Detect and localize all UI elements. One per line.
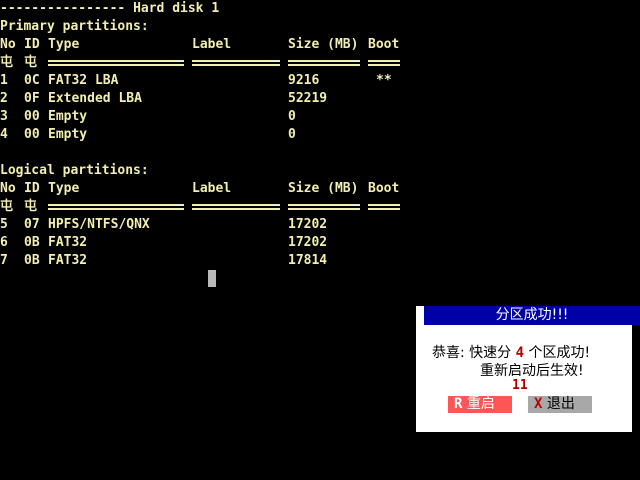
message-suffix: 个区成功! <box>528 345 591 361</box>
size-rule <box>288 60 360 66</box>
row-size: 52219 <box>288 91 328 106</box>
boot-rule <box>368 60 400 66</box>
row-id: 0B <box>24 253 40 268</box>
row-type: Empty <box>48 127 88 142</box>
success-dialog: 分区成功!!! 恭喜: 快速分 4 个区成功! 重新启动后生效! 11 R 重启… <box>416 306 640 432</box>
row-no: 5 <box>0 217 8 232</box>
row-boot: ** <box>376 73 392 88</box>
col-size: Size (MB) <box>288 181 359 196</box>
partition-count: 4 <box>515 345 525 361</box>
row-no: 3 <box>0 109 8 124</box>
row-type: Empty <box>48 109 88 124</box>
col-label: Label <box>192 37 232 52</box>
dialog-title: 分区成功!!! <box>424 306 640 325</box>
col-label: Label <box>192 181 232 196</box>
row-no: 6 <box>0 235 8 250</box>
row-no: 2 <box>0 91 8 106</box>
row-type: FAT32 <box>48 235 88 250</box>
row-type: FAT32 <box>48 253 88 268</box>
countdown-timer: 11 <box>512 378 528 393</box>
row-size: 17202 <box>288 235 328 250</box>
row-type: HPFS/NTFS/QNX <box>48 217 150 232</box>
separator-glyph: 屯 <box>24 199 38 214</box>
row-id: 0C <box>24 73 40 88</box>
row-no: 7 <box>0 253 8 268</box>
text-cursor <box>208 270 216 287</box>
row-no: 4 <box>0 127 8 142</box>
row-id: 0B <box>24 235 40 250</box>
row-id: 00 <box>24 109 40 124</box>
separator-glyph: 屯 <box>0 55 14 70</box>
separator-glyph: 屯 <box>24 55 38 70</box>
col-id: ID <box>24 181 40 196</box>
row-id: 07 <box>24 217 40 232</box>
row-type: FAT32 LBA <box>48 73 119 88</box>
boot-rule <box>368 204 400 210</box>
col-size: Size (MB) <box>288 37 359 52</box>
primary-heading: Primary partitions: <box>0 19 149 34</box>
separator-glyph: 屯 <box>0 199 14 214</box>
dialog-restart-note: 重新启动后生效! <box>480 363 584 379</box>
col-no: No <box>0 181 16 196</box>
row-size: 17814 <box>288 253 328 268</box>
col-type: Type <box>48 181 80 196</box>
col-id: ID <box>24 37 40 52</box>
col-no: No <box>0 37 16 52</box>
message-prefix: 恭喜: 快速分 <box>432 345 512 361</box>
header-title: Hard disk 1 <box>133 1 220 16</box>
row-id: 0F <box>24 91 40 106</box>
reboot-hotkey: R <box>454 396 463 412</box>
row-id: 00 <box>24 127 40 142</box>
logical-heading: Logical partitions: <box>0 163 149 178</box>
exit-hotkey: X <box>534 396 543 412</box>
header-dashes: ---------------- <box>0 1 126 16</box>
col-type: Type <box>48 37 80 52</box>
reboot-label: 重启 <box>466 396 495 412</box>
label-rule <box>192 204 280 210</box>
type-rule <box>48 204 184 210</box>
col-boot: Boot <box>368 181 400 196</box>
exit-button[interactable]: X 退出 <box>528 396 592 413</box>
type-rule <box>48 60 184 66</box>
row-size: 0 <box>288 109 296 124</box>
dialog-message: 恭喜: 快速分 4 个区成功! <box>432 342 590 362</box>
label-rule <box>192 60 280 66</box>
exit-label: 退出 <box>546 396 575 412</box>
row-size: 17202 <box>288 217 328 232</box>
size-rule <box>288 204 360 210</box>
row-no: 1 <box>0 73 8 88</box>
col-boot: Boot <box>368 37 400 52</box>
row-type: Extended LBA <box>48 91 142 106</box>
disk-header: ---------------- Hard disk 1 <box>0 0 219 18</box>
row-size: 0 <box>288 127 296 142</box>
reboot-button[interactable]: R 重启 <box>448 396 512 413</box>
row-size: 9216 <box>288 73 320 88</box>
